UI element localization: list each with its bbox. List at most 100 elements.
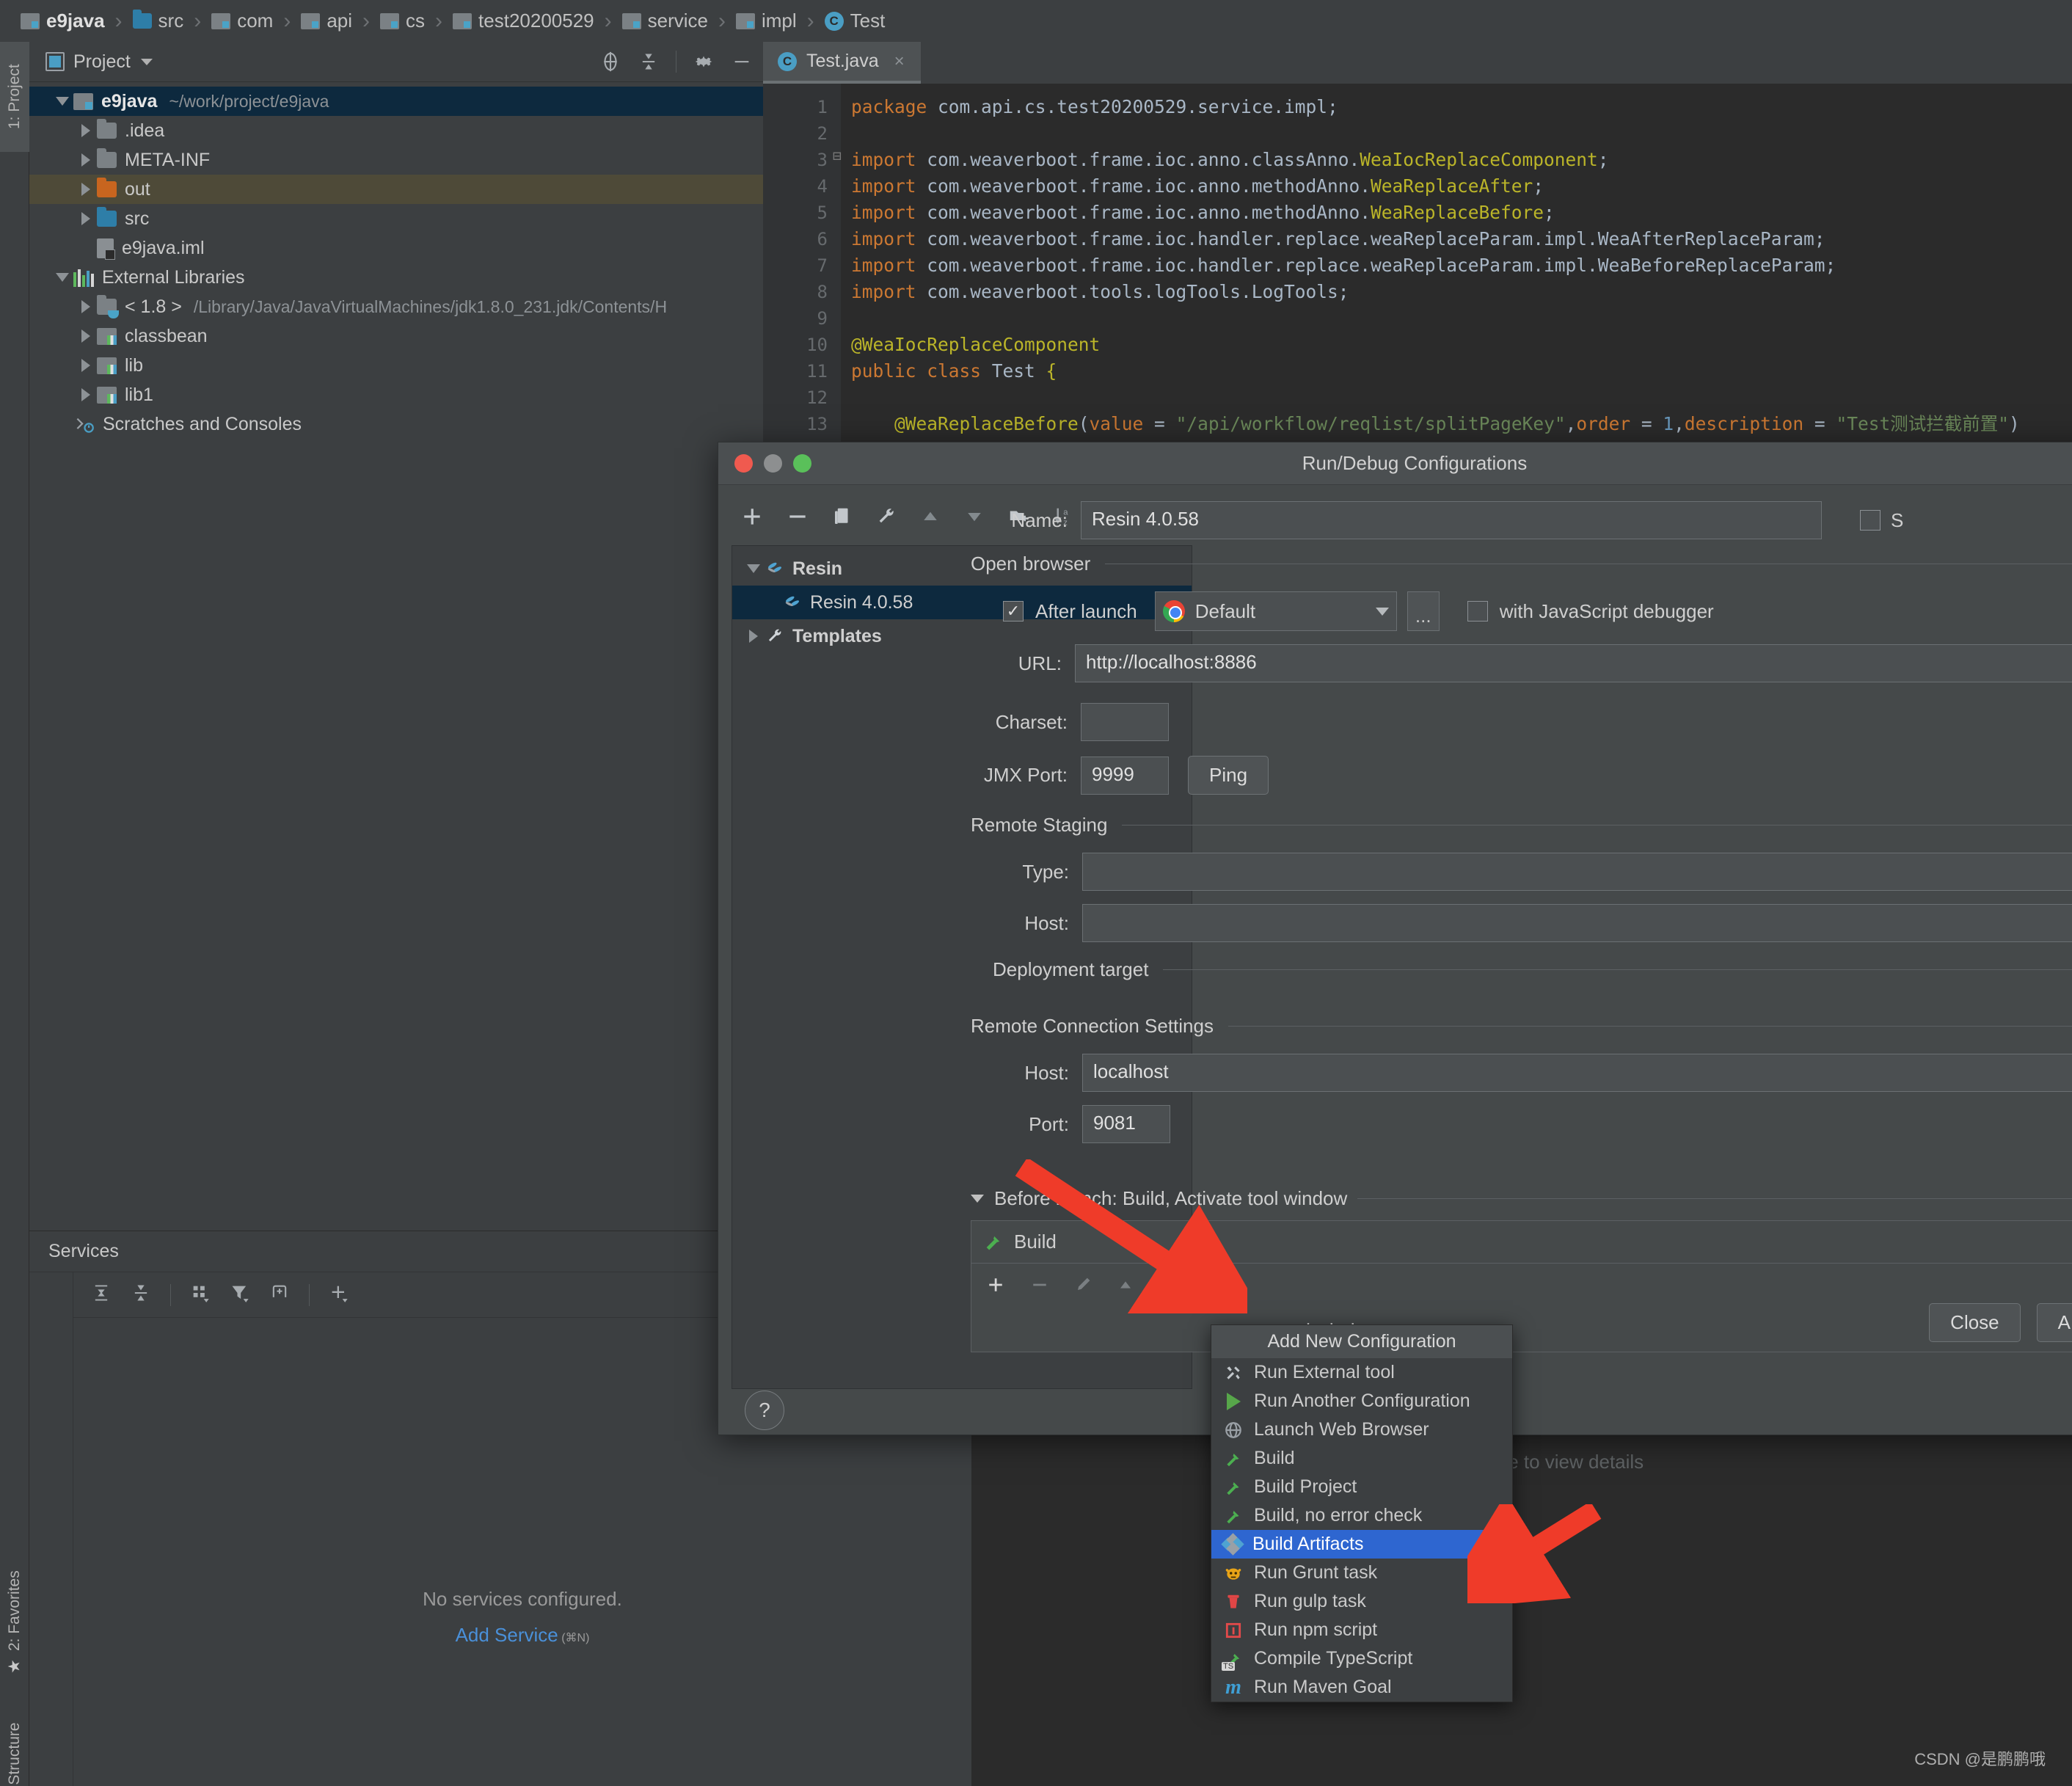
code-line: import com.weaverboot.frame.ioc.handler.…: [851, 252, 2072, 279]
menu-item-run-npm-script[interactable]: Run npm script: [1211, 1616, 1512, 1644]
remove-icon[interactable]: [1029, 1274, 1051, 1300]
twisty-icon[interactable]: [51, 97, 73, 106]
add-service-link[interactable]: Add Service: [456, 1624, 558, 1647]
move-down-icon[interactable]: [1158, 1275, 1178, 1299]
breadcrumb-item-src[interactable]: src: [133, 0, 184, 42]
twisty-icon[interactable]: [743, 630, 765, 643]
copy-icon[interactable]: [831, 506, 853, 531]
apply-button[interactable]: A: [2037, 1303, 2072, 1342]
tree-item-idea[interactable]: .idea: [29, 116, 763, 145]
js-debugger-checkbox[interactable]: [1467, 601, 1488, 622]
ping-button[interactable]: Ping: [1188, 756, 1269, 795]
collapse-section-icon[interactable]: [971, 1195, 984, 1203]
hide-window-icon[interactable]: [731, 51, 753, 73]
before-launch-item-build[interactable]: Build: [971, 1221, 2072, 1264]
deployment-target-title: Deployment target: [993, 958, 1148, 981]
menu-item-label: Run Maven Goal: [1254, 1677, 1392, 1698]
share-checkbox[interactable]: [1860, 510, 1881, 531]
browser-settings-button[interactable]: ...: [1407, 591, 1440, 631]
menu-item-build-no-error-check[interactable]: Build, no error check: [1211, 1501, 1512, 1530]
sidebar-tab-favorites[interactable]: ★ 2: Favorites: [0, 1553, 29, 1693]
breadcrumb-item-test20200529[interactable]: test20200529: [453, 0, 594, 42]
new-tab-icon[interactable]: [269, 1283, 290, 1307]
twisty-icon[interactable]: [75, 388, 97, 401]
sidebar-tab-structure[interactable]: 7: Structure: [0, 1696, 29, 1786]
breadcrumb-item-test[interactable]: C Test: [825, 0, 886, 42]
add-icon[interactable]: [740, 505, 764, 532]
menu-item-run-grunt-task[interactable]: Run Grunt task: [1211, 1559, 1512, 1587]
twisty-icon[interactable]: [75, 183, 97, 196]
tree-item-lib1[interactable]: lib1: [29, 380, 763, 409]
help-button[interactable]: ?: [745, 1390, 784, 1430]
add-icon[interactable]: [985, 1274, 1007, 1300]
tree-item-e9java[interactable]: e9java ~/work/project/e9java: [29, 87, 763, 116]
collapse-all-icon[interactable]: [638, 51, 660, 73]
twisty-icon[interactable]: [743, 564, 765, 573]
staging-type-input[interactable]: [1082, 853, 2072, 891]
menu-item-run-maven-goal[interactable]: m Run Maven Goal: [1211, 1673, 1512, 1702]
edit-icon[interactable]: [1073, 1275, 1093, 1299]
twisty-icon[interactable]: [75, 212, 97, 225]
expand-all-icon[interactable]: [91, 1283, 112, 1307]
tree-item-classbean[interactable]: classbean: [29, 321, 763, 351]
twisty-icon[interactable]: [75, 153, 97, 167]
jar-icon: [97, 328, 117, 345]
breadcrumb-item-api[interactable]: api: [301, 0, 352, 42]
tree-item-e9java-iml[interactable]: e9java.iml: [29, 233, 763, 263]
name-input[interactable]: Resin 4.0.58: [1081, 501, 1822, 539]
before-launch-item-activate-tool-window[interactable]: tool window: [971, 1309, 2072, 1352]
menu-item-build-project[interactable]: Build Project: [1211, 1473, 1512, 1501]
menu-item-run-external-tool[interactable]: Run External tool: [1211, 1358, 1512, 1387]
browser-select[interactable]: Default: [1155, 591, 1397, 631]
menu-item-compile-typescript[interactable]: TS Compile TypeScript: [1211, 1644, 1512, 1673]
locate-icon[interactable]: [599, 51, 621, 73]
menu-item-build-artifacts[interactable]: Build Artifacts: [1211, 1530, 1512, 1559]
breadcrumb-item-service[interactable]: service: [622, 0, 708, 42]
after-launch-checkbox[interactable]: ✓: [1003, 601, 1024, 622]
staging-host-input[interactable]: [1082, 904, 2072, 942]
menu-item-launch-web-browser[interactable]: Launch Web Browser: [1211, 1415, 1512, 1444]
breadcrumb-item-impl[interactable]: impl: [736, 0, 797, 42]
twisty-icon[interactable]: [75, 124, 97, 137]
sidebar-tab-project[interactable]: 1: Project: [0, 42, 29, 152]
menu-item-run-another-configuration[interactable]: Run Another Configuration: [1211, 1387, 1512, 1415]
close-button[interactable]: Close: [1929, 1303, 2020, 1342]
menu-item-build[interactable]: Build: [1211, 1444, 1512, 1473]
tree-item-scratches-and-consoles[interactable]: Scratches and Consoles: [29, 409, 763, 439]
fold-collapse-icon[interactable]: ⊟: [824, 147, 842, 164]
breadcrumb-separator: ›: [435, 9, 442, 34]
charset-input[interactable]: [1081, 703, 1169, 741]
code-folding-column[interactable]: ⊟: [824, 94, 842, 164]
tree-item-lib[interactable]: lib: [29, 351, 763, 380]
breadcrumb-item-com[interactable]: com: [211, 0, 273, 42]
edit-templates-icon[interactable]: [875, 506, 897, 531]
tree-item-out[interactable]: out: [29, 175, 763, 204]
tree-item-src[interactable]: src: [29, 204, 763, 233]
twisty-icon[interactable]: [51, 273, 73, 282]
breadcrumb-item-cs[interactable]: cs: [380, 0, 425, 42]
tree-item-external-libraries[interactable]: External Libraries: [29, 263, 763, 292]
editor-tab-test-java[interactable]: C Test.java ×: [763, 42, 921, 84]
twisty-icon[interactable]: [75, 329, 97, 343]
jmx-port-input[interactable]: 9999: [1081, 757, 1169, 795]
breadcrumb-item-e9java[interactable]: e9java: [21, 0, 105, 42]
add-icon[interactable]: [329, 1283, 349, 1307]
twisty-icon[interactable]: [75, 300, 97, 313]
menu-item-run-gulp-task[interactable]: Run gulp task: [1211, 1587, 1512, 1616]
remove-icon[interactable]: [786, 505, 809, 532]
move-up-icon[interactable]: [1115, 1275, 1136, 1299]
url-input[interactable]: http://localhost:8886: [1075, 644, 2072, 682]
group-icon[interactable]: [190, 1283, 211, 1307]
remote-port-input[interactable]: 9081: [1082, 1105, 1170, 1143]
chevron-down-icon[interactable]: [141, 59, 153, 65]
gear-icon[interactable]: [693, 51, 715, 73]
filter-icon[interactable]: [230, 1283, 250, 1307]
tree-item-meta-inf[interactable]: META-INF: [29, 145, 763, 175]
tree-item-jdk[interactable]: < 1.8 > /Library/Java/JavaVirtualMachine…: [29, 292, 763, 321]
move-up-icon[interactable]: [919, 506, 941, 531]
close-icon[interactable]: ×: [894, 51, 905, 72]
twisty-icon[interactable]: [75, 359, 97, 372]
collapse-all-icon[interactable]: [131, 1283, 151, 1307]
green-hammer-icon: [1223, 1506, 1244, 1526]
remote-host-input[interactable]: localhost: [1082, 1054, 2072, 1092]
